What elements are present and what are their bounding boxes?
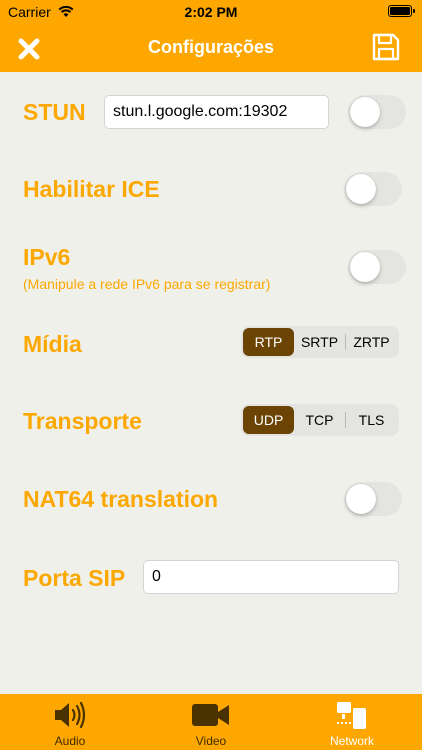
nat64-toggle[interactable] — [344, 482, 402, 516]
video-camera-icon — [192, 704, 229, 726]
media-segmented-control: RTP SRTP ZRTP — [241, 326, 399, 358]
media-option-zrtp[interactable]: ZRTP — [346, 328, 397, 356]
transport-option-tcp[interactable]: TCP — [294, 406, 345, 434]
transport-segmented-control: UDP TCP TLS — [241, 404, 399, 436]
tab-bar: Audio Video Network — [0, 694, 422, 750]
save-button[interactable] — [370, 31, 402, 63]
ipv6-label: IPv6 — [23, 244, 71, 270]
tab-network-label: Network — [329, 734, 374, 748]
stun-server-input[interactable] — [104, 95, 329, 129]
tab-video-label: Video — [195, 734, 227, 748]
status-time: 2:02 PM — [184, 4, 238, 20]
transport-option-udp[interactable]: UDP — [243, 406, 294, 434]
tab-audio-label: Audio — [54, 734, 86, 748]
stun-label: STUN — [23, 99, 86, 125]
nat64-label: NAT64 translation — [23, 486, 219, 512]
sip-port-label: Porta SIP — [23, 565, 126, 591]
media-label: Mídia — [23, 331, 82, 357]
ice-toggle[interactable] — [344, 172, 402, 206]
network-devices-icon — [337, 702, 366, 729]
sip-port-input[interactable] — [143, 560, 399, 594]
stun-toggle[interactable] — [348, 95, 406, 129]
transport-label: Transporte — [23, 408, 142, 434]
ice-label: Habilitar ICE — [23, 176, 160, 202]
ipv6-toggle[interactable] — [348, 250, 406, 284]
tab-audio[interactable]: Audio — [0, 694, 140, 750]
media-option-srtp[interactable]: SRTP — [294, 328, 345, 356]
tab-network[interactable]: Network — [282, 694, 422, 750]
battery-icon — [388, 5, 415, 17]
navigation-bar: Configurações — [0, 24, 422, 72]
page-title: Configurações — [147, 37, 275, 57]
speaker-icon — [55, 701, 86, 729]
status-bar: Carrier 2:02 PM — [0, 0, 422, 24]
tab-video[interactable]: Video — [141, 694, 281, 750]
transport-option-tls[interactable]: TLS — [346, 406, 397, 434]
ipv6-hint: (Manipule a rede IPv6 para se registrar) — [23, 276, 271, 292]
media-option-rtp[interactable]: RTP — [243, 328, 294, 356]
